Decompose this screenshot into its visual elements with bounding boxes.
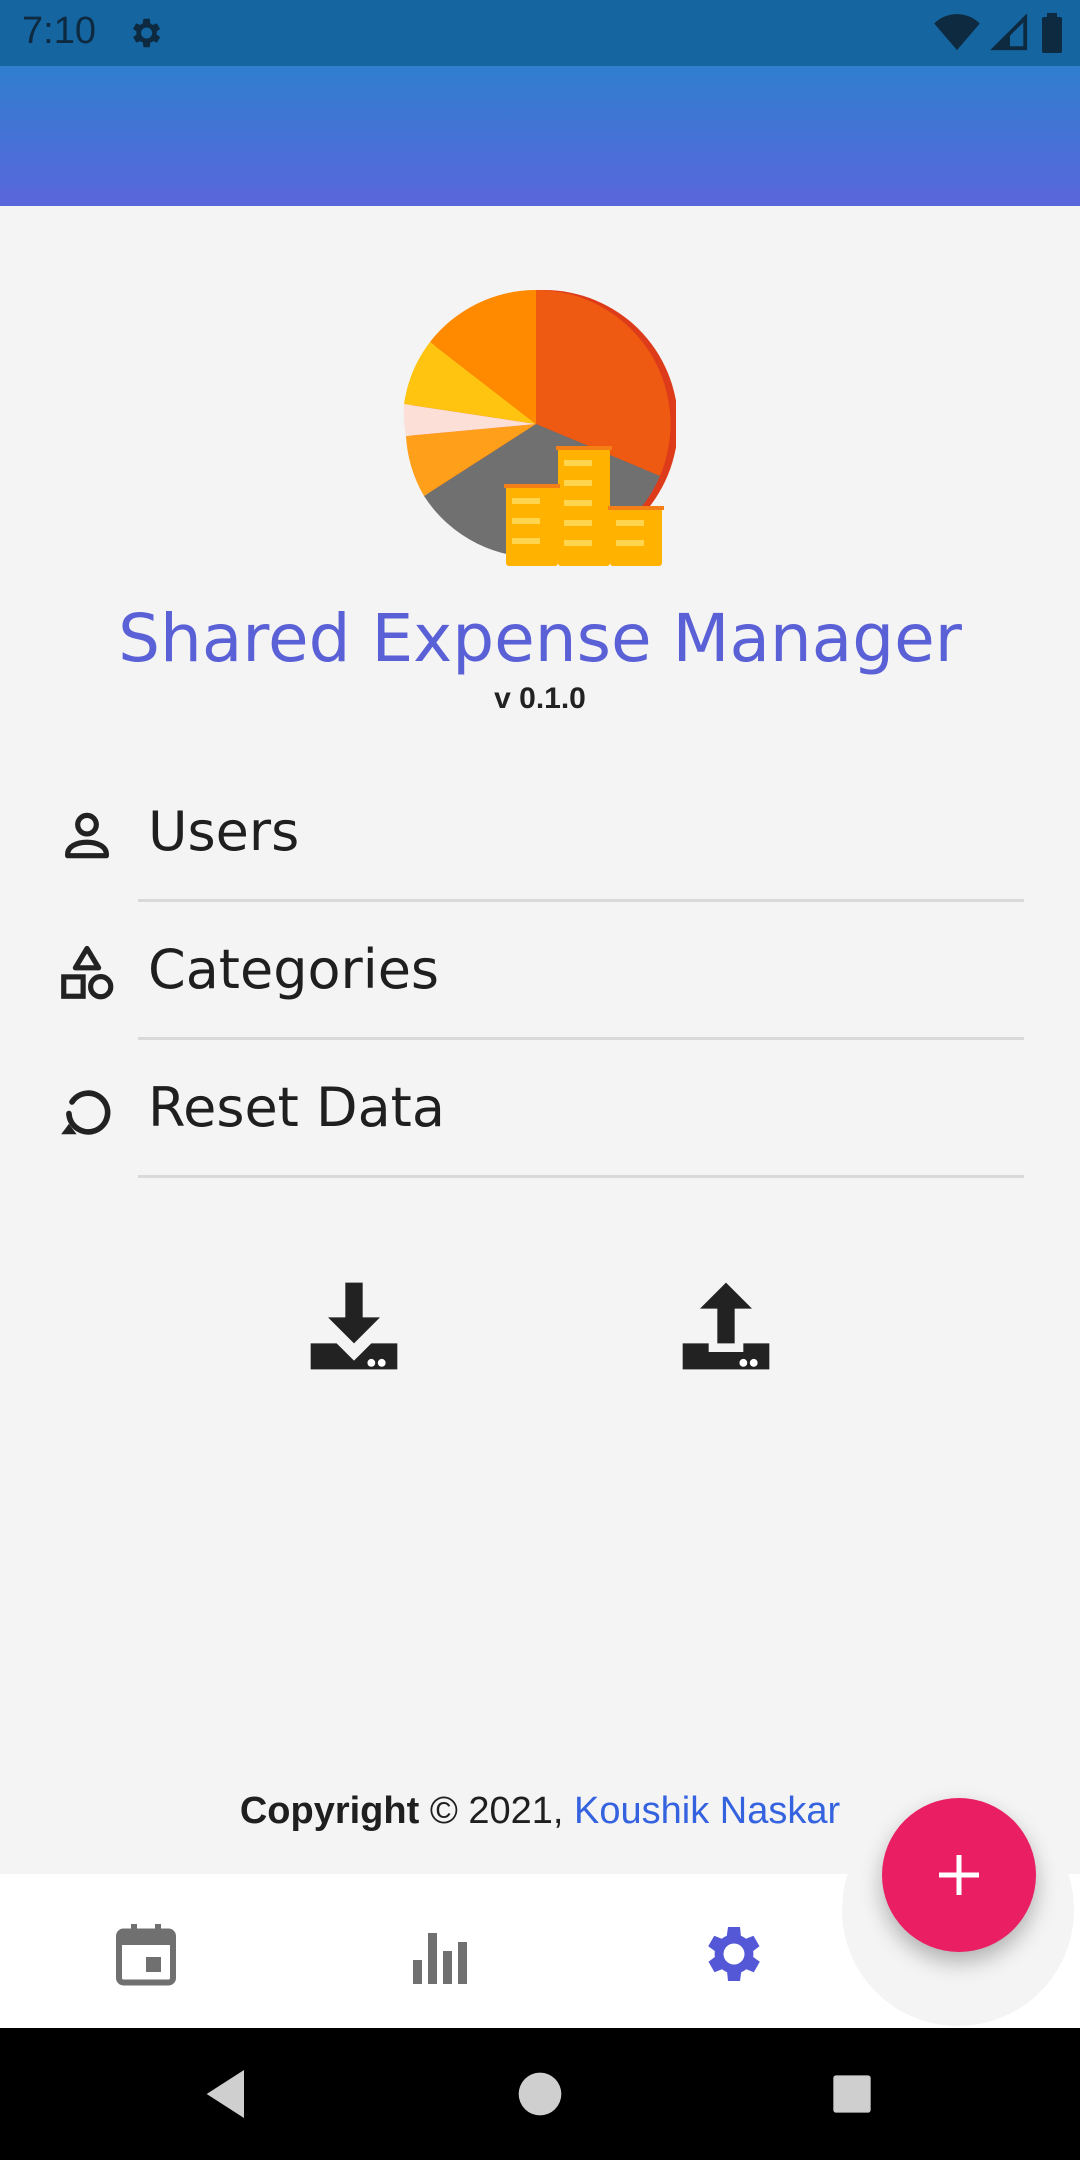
author-link[interactable]: Koushik Naskar — [574, 1790, 840, 1832]
menu-item-label: Reset Data — [148, 1076, 445, 1139]
divider — [138, 899, 1024, 902]
app-logo — [403, 289, 676, 566]
add-expense-button[interactable] — [882, 1798, 1036, 1952]
divider — [138, 1037, 1024, 1040]
bar-chart-icon[interactable] — [404, 1918, 476, 1990]
recents-icon[interactable] — [820, 2062, 884, 2126]
battery-icon — [1042, 13, 1062, 53]
menu-item-reset-data[interactable]: Reset Data — [0, 1042, 1080, 1178]
copyright-label: Copyright — [239, 1790, 420, 1832]
menu-item-label: Users — [148, 800, 300, 863]
menu-item-users[interactable]: Users — [0, 766, 1080, 902]
status-bar: 7:10 — [0, 0, 1080, 66]
settings-icon[interactable] — [698, 1918, 770, 1990]
status-icons — [934, 12, 1064, 54]
shapes-icon — [61, 945, 114, 1000]
back-icon[interactable] — [196, 2062, 260, 2126]
menu-item-label: Categories — [148, 938, 440, 1001]
gear-icon — [132, 18, 161, 48]
app-bar — [0, 66, 1080, 206]
calendar-icon[interactable] — [110, 1918, 182, 1990]
wifi-icon — [934, 14, 980, 51]
system-navigation-bar — [0, 2028, 1080, 2160]
upload-icon[interactable] — [674, 1274, 778, 1378]
restore-icon — [61, 1090, 111, 1135]
plus-icon — [939, 1855, 979, 1895]
home-icon[interactable] — [508, 2062, 572, 2126]
divider — [138, 1175, 1024, 1178]
download-icon[interactable] — [302, 1274, 406, 1378]
menu-item-categories[interactable]: Categories — [0, 904, 1080, 1040]
person-icon — [65, 812, 109, 859]
status-time: 7:10 — [22, 10, 96, 52]
app-version: v 0.1.0 — [494, 682, 586, 715]
app-title: Shared Expense Manager — [118, 600, 962, 677]
signal-icon — [990, 14, 1028, 51]
copyright-year: © 2021, — [429, 1790, 575, 1832]
